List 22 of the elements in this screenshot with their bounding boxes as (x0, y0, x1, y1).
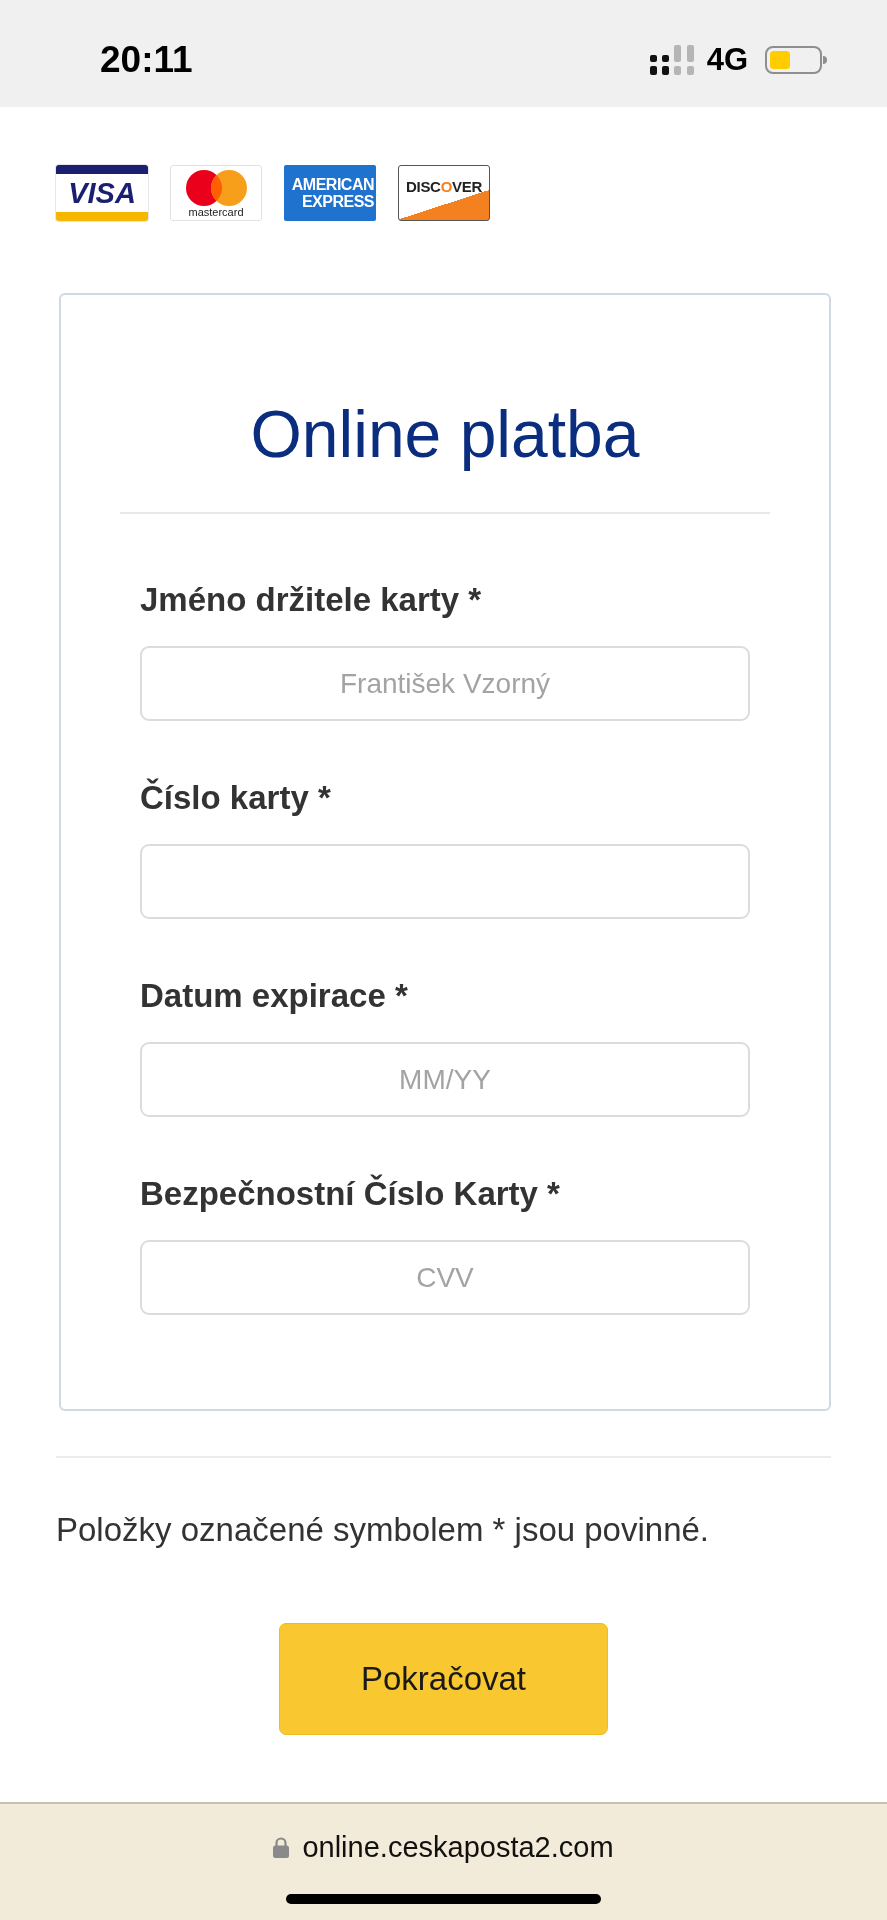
input-field[interactable]: MM/YY (140, 1042, 750, 1117)
signal-icon (649, 44, 694, 75)
input-field[interactable]: František Vzorný (140, 646, 750, 721)
lock-icon (273, 1836, 290, 1858)
input-field[interactable] (140, 844, 750, 919)
input-field[interactable]: CVV (140, 1240, 750, 1315)
url-text[interactable]: online.ceskaposta2.com (302, 1830, 614, 1864)
card-logo: DISCOVER (398, 165, 490, 221)
battery-icon (765, 45, 827, 74)
required-note: Položky označené symbolem * jsou povinné. (56, 1510, 711, 1550)
form-title: Online platba (249, 396, 641, 473)
logo-text: mastercard (188, 206, 244, 219)
field-label: Jméno držitele karty * (140, 580, 483, 620)
card-logo: VISA (56, 165, 148, 221)
status-time: 20:11 (100, 41, 193, 78)
card-logo: AMERICAN EXPRESS (284, 165, 376, 221)
overlapping-circles-icon (185, 170, 247, 206)
field-label: Číslo karty * (140, 778, 332, 818)
field-label: Bezpečnostní Číslo Karty * (140, 1174, 561, 1214)
field-label: Datum expirace * (140, 976, 409, 1016)
network-type: 4G (706, 44, 748, 75)
continue-button[interactable]: Pokračovat (279, 1623, 608, 1735)
